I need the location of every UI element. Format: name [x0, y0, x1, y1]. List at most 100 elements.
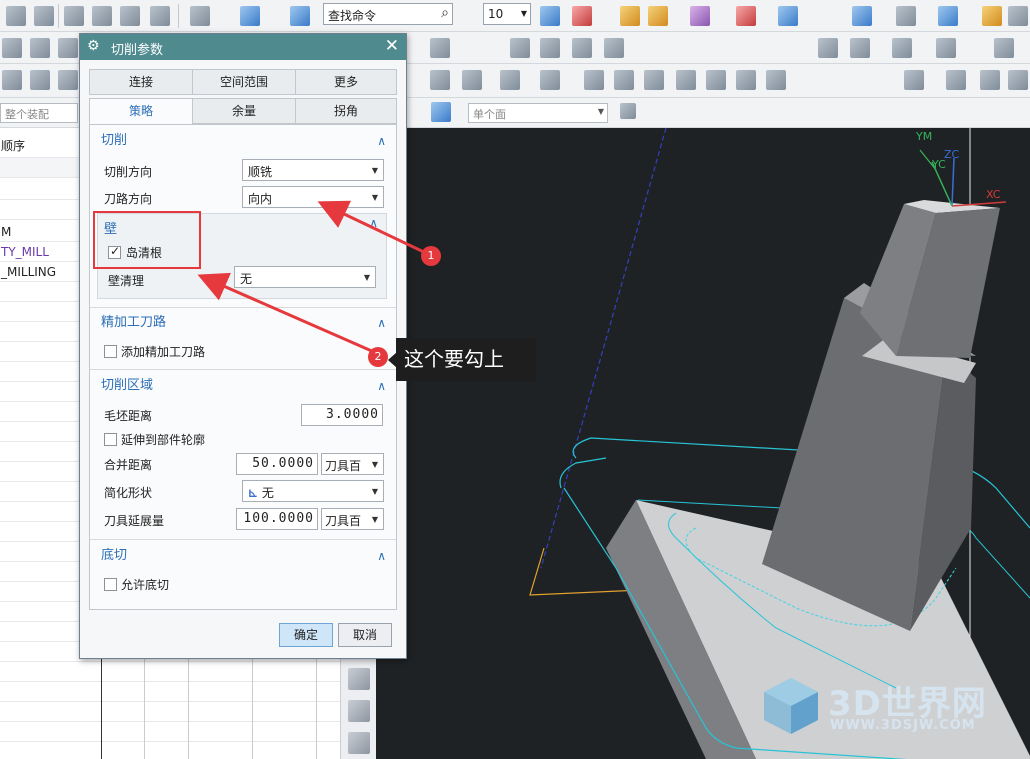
tab-strategy[interactable]: 策略 [89, 98, 193, 124]
cut-direction-select[interactable]: 顺铣 ▼ [242, 159, 384, 181]
printer-icon[interactable] [34, 6, 54, 26]
section-undercut-header[interactable]: 底切 ∧ [90, 544, 396, 568]
snap-icon[interactable] [572, 6, 592, 26]
arrow-icon[interactable] [2, 70, 22, 90]
command-search-input[interactable]: 查找命令 ⌕ [323, 3, 453, 25]
lamp-icon[interactable] [736, 70, 756, 90]
tool-extension-unit-select[interactable]: 刀具百 ▼ [321, 508, 384, 530]
section-cut-header[interactable]: 切削 ∧ [90, 129, 396, 153]
chevron-up-icon[interactable]: ∧ [377, 129, 386, 153]
render-style-icon[interactable] [896, 6, 916, 26]
blank-distance-input[interactable]: 3.0000 [301, 404, 383, 426]
tool-path-icon[interactable] [818, 38, 838, 58]
pattern-direction-select[interactable]: 向内 ▼ [242, 186, 384, 208]
dialog-title-bar[interactable]: ⚙ 切削参数 ✕ [80, 34, 406, 60]
extend-to-part-checkbox[interactable] [104, 433, 117, 446]
grid-icon[interactable] [736, 6, 756, 26]
pen-icon[interactable] [30, 70, 50, 90]
list-item[interactable] [0, 662, 340, 682]
arrow-right-icon[interactable] [620, 103, 636, 119]
create-geometry-icon[interactable] [58, 38, 78, 58]
delete-icon[interactable] [150, 6, 170, 26]
list-item[interactable] [0, 702, 340, 722]
add-finish-checkbox[interactable] [104, 345, 117, 358]
paste-icon[interactable] [120, 6, 140, 26]
plane-icon[interactable] [462, 70, 482, 90]
close-icon[interactable]: ✕ [385, 36, 399, 56]
column-divider [101, 658, 102, 759]
tab-stock[interactable]: 余量 [192, 98, 296, 124]
create-program-icon[interactable] [2, 38, 22, 58]
ok-button[interactable]: 确定 [279, 623, 333, 647]
chevron-up-icon[interactable]: ∧ [377, 374, 386, 398]
tool-icon[interactable] [620, 6, 640, 26]
axis-label-xc: XC [986, 188, 1001, 201]
copy-icon[interactable] [92, 6, 112, 26]
clock-icon[interactable] [430, 38, 450, 58]
circle-icon[interactable] [766, 70, 786, 90]
cut-icon[interactable] [64, 6, 84, 26]
rectangle-icon[interactable] [500, 70, 520, 90]
create-tool-icon[interactable] [30, 38, 50, 58]
selection-count-combo[interactable]: 10 ▼ [483, 3, 531, 25]
history-icon[interactable] [348, 700, 370, 722]
wcs-icon[interactable] [240, 6, 260, 26]
simulate-icon[interactable] [510, 38, 530, 58]
info-icon[interactable] [290, 6, 310, 26]
section-cut-region-header[interactable]: 切削区域 ∧ [90, 374, 396, 398]
hexagon-icon[interactable] [540, 70, 560, 90]
square-icon[interactable] [644, 70, 664, 90]
scope-filter-combo[interactable]: 整个装配 [0, 103, 78, 123]
tab-more[interactable]: 更多 [295, 69, 397, 95]
verify-icon[interactable] [540, 38, 560, 58]
tab-connections[interactable]: 连接 [89, 69, 193, 95]
pattern-icon[interactable] [1008, 70, 1028, 90]
list-icon[interactable] [892, 38, 912, 58]
ruler-icon[interactable] [778, 6, 798, 26]
graphics-window[interactable]: YM ZC YC XC [376, 128, 1030, 759]
chevron-up-icon[interactable]: ∧ [369, 216, 378, 230]
motion-icon[interactable] [690, 6, 710, 26]
select-face-icon[interactable] [431, 102, 451, 122]
merge-distance-unit-select[interactable]: 刀具百 ▼ [321, 453, 384, 475]
simplify-shape-select[interactable]: ⊾ 无 ▼ [242, 480, 384, 502]
undo-icon[interactable] [190, 6, 210, 26]
chevron-up-icon[interactable]: ∧ [377, 311, 386, 335]
list-item[interactable] [0, 682, 340, 702]
face-rule-combo[interactable]: 单个面 ▼ [468, 103, 608, 123]
settings-icon[interactable] [648, 6, 668, 26]
allow-undercut-checkbox[interactable] [104, 578, 117, 591]
shop-doc-icon[interactable] [604, 38, 624, 58]
material-icon[interactable] [982, 6, 1002, 26]
print-icon[interactable] [6, 6, 26, 26]
layer-icon[interactable] [540, 6, 560, 26]
point-icon[interactable] [430, 70, 450, 90]
brush-icon[interactable] [676, 70, 696, 90]
tab-containment[interactable]: 空间范围 [192, 69, 296, 95]
csys-icon[interactable] [584, 70, 604, 90]
merge-distance-input[interactable]: 50.0000 [236, 453, 318, 475]
hole-icon[interactable] [946, 70, 966, 90]
measure-icon[interactable] [904, 70, 924, 90]
cancel-button[interactable]: 取消 [338, 623, 392, 647]
sketch-icon[interactable] [58, 70, 78, 90]
shaded-cube-icon[interactable] [938, 6, 958, 26]
thread-icon[interactable] [980, 70, 1000, 90]
orient-icon[interactable] [1008, 6, 1028, 26]
tool-extension-input[interactable]: 100.0000 [236, 508, 318, 530]
printer-icon[interactable] [348, 732, 370, 754]
lasso-icon[interactable] [706, 70, 726, 90]
postprocess-icon[interactable] [572, 38, 592, 58]
assembly-icon[interactable] [348, 668, 370, 690]
section-finish-header[interactable]: 精加工刀路 ∧ [90, 311, 396, 335]
tab-corners[interactable]: 拐角 [295, 98, 397, 124]
list-item[interactable] [0, 722, 340, 742]
crosshair-icon[interactable] [614, 70, 634, 90]
replay-icon[interactable] [850, 38, 870, 58]
fit-view-icon[interactable] [852, 6, 872, 26]
chevron-up-icon[interactable]: ∧ [377, 544, 386, 568]
output-icon[interactable] [936, 38, 956, 58]
search-icon[interactable]: ⌕ [441, 5, 449, 21]
more-icon[interactable] [994, 38, 1014, 58]
wall-cleanup-select[interactable]: 无 ▼ [234, 266, 376, 288]
